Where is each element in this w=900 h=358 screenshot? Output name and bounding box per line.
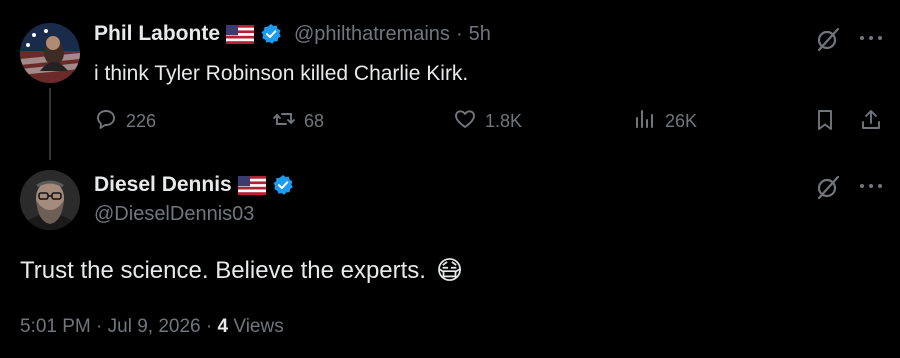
- flag-us-icon: [237, 175, 266, 195]
- author-handle[interactable]: @DieselDennis03: [94, 203, 254, 226]
- views-count: 26K: [665, 111, 698, 131]
- like-button[interactable]: 1.8K: [453, 107, 522, 136]
- grok-icon[interactable]: [813, 172, 843, 202]
- views-icon: [633, 107, 657, 136]
- author-name[interactable]: Diesel Dennis: [94, 173, 232, 197]
- thread-connector-line: [49, 88, 51, 160]
- grok-icon[interactable]: [813, 24, 843, 54]
- post-time[interactable]: 5h: [469, 23, 491, 46]
- like-count: 1.8K: [485, 111, 523, 131]
- views-count: 4: [217, 316, 229, 337]
- avatar[interactable]: [20, 23, 80, 83]
- reply-count: 226: [126, 111, 157, 131]
- separator-dot: ·: [455, 22, 463, 45]
- author-name[interactable]: Phil Labonte: [94, 22, 220, 46]
- share-icon[interactable]: [858, 107, 884, 133]
- views-label: Views: [233, 316, 284, 337]
- flag-us-icon: [226, 24, 254, 44]
- post-text: Trust the science. Believe the experts.: [20, 256, 426, 284]
- author-handle[interactable]: @philthatremains: [294, 23, 450, 46]
- post-time[interactable]: 5:01 PM: [20, 316, 91, 337]
- views-button[interactable]: 26K: [633, 107, 697, 136]
- more-icon[interactable]: [857, 174, 885, 198]
- separator-dot: ·: [205, 316, 213, 337]
- reply-icon: [94, 107, 118, 136]
- repost-count: 68: [304, 111, 325, 131]
- post-text: i think Tyler Robinson killed Charlie Ki…: [94, 62, 469, 85]
- repost-icon: [272, 107, 296, 136]
- bookmark-icon[interactable]: [812, 107, 838, 133]
- reply-button[interactable]: 226: [94, 107, 156, 136]
- avatar[interactable]: [20, 170, 80, 230]
- separator-dot: ·: [96, 316, 103, 337]
- repost-button[interactable]: 68: [272, 107, 324, 136]
- face-with-mask-emoji: 😷: [435, 255, 464, 285]
- post-date[interactable]: Jul 9, 2026: [108, 316, 201, 337]
- verified-badge-icon: [260, 23, 282, 45]
- more-icon[interactable]: [857, 26, 885, 50]
- like-icon: [453, 107, 477, 136]
- verified-badge-icon: [272, 174, 294, 196]
